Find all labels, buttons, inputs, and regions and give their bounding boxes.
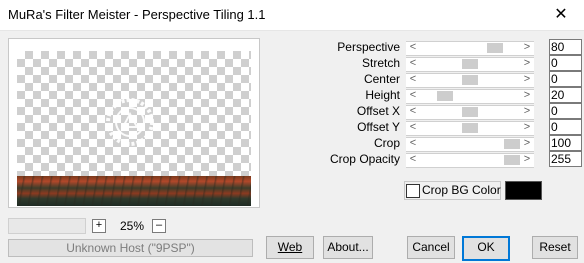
preview-panel[interactable] (8, 38, 260, 208)
param-label-2: Center (363, 72, 400, 86)
preview-scroll-track[interactable] (8, 218, 86, 234)
tiled-perspective-image (17, 176, 251, 206)
chevron-left-icon[interactable]: < (408, 41, 418, 54)
slider-thumb[interactable] (504, 139, 520, 149)
param-value-5[interactable]: 0 (549, 119, 582, 135)
chevron-left-icon[interactable]: < (408, 89, 418, 102)
param-value-4[interactable]: 0 (549, 103, 582, 119)
chevron-left-icon[interactable]: < (408, 57, 418, 70)
title-bar: MuRa's Filter Meister - Perspective Tili… (0, 0, 584, 31)
slider-thumb[interactable] (487, 43, 503, 53)
about-button[interactable]: About... (323, 236, 373, 259)
zoom-out-button[interactable]: – (152, 219, 166, 233)
chevron-right-icon[interactable]: > (522, 121, 532, 134)
window-title: MuRa's Filter Meister - Perspective Tili… (8, 7, 266, 22)
slider-thumb[interactable] (504, 155, 520, 165)
chevron-right-icon[interactable]: > (522, 153, 532, 166)
ok-button[interactable]: OK (462, 236, 510, 261)
chevron-left-icon[interactable]: < (408, 153, 418, 166)
chevron-right-icon[interactable]: > (522, 73, 532, 86)
reset-button[interactable]: Reset (532, 236, 578, 259)
param-slider-1[interactable]: < > (406, 57, 534, 72)
chevron-left-icon[interactable]: < (408, 73, 418, 86)
param-value-2[interactable]: 0 (549, 71, 582, 87)
param-slider-7[interactable]: < > (406, 153, 534, 168)
chevron-left-icon[interactable]: < (408, 105, 418, 118)
crop-bg-checkbox[interactable] (406, 184, 420, 198)
zoom-in-button[interactable]: + (92, 219, 106, 233)
chevron-left-icon[interactable]: < (408, 121, 418, 134)
param-label-3: Height (365, 88, 400, 102)
chevron-right-icon[interactable]: > (522, 41, 532, 54)
chevron-left-icon[interactable]: < (408, 137, 418, 150)
slider-thumb[interactable] (462, 59, 478, 69)
param-label-0: Perspective (337, 40, 400, 54)
cancel-button[interactable]: Cancel (407, 236, 455, 259)
slider-thumb[interactable] (462, 75, 478, 85)
zoom-level: 25% (119, 219, 145, 233)
param-value-6[interactable]: 100 (549, 135, 582, 151)
param-label-4: Offset X (356, 104, 400, 118)
param-slider-0[interactable]: < > (406, 41, 534, 56)
param-slider-5[interactable]: < > (406, 121, 534, 136)
param-label-5: Offset Y (357, 120, 400, 134)
watermark-seal-icon (106, 98, 154, 146)
param-label-6: Crop (373, 136, 400, 150)
slider-thumb[interactable] (462, 123, 478, 133)
chevron-right-icon[interactable]: > (522, 89, 532, 102)
crop-bg-label: Crop BG Color (422, 183, 501, 197)
param-value-0[interactable]: 80 (549, 39, 582, 55)
param-slider-3[interactable]: < > (406, 89, 534, 104)
host-status: Unknown Host ("9PSP") (8, 239, 253, 257)
crop-bg-color-swatch[interactable] (505, 181, 542, 200)
param-value-3[interactable]: 20 (549, 87, 582, 103)
chevron-right-icon[interactable]: > (522, 105, 532, 118)
param-value-7[interactable]: 255 (549, 151, 582, 167)
web-button[interactable]: Web (266, 236, 314, 259)
param-label-1: Stretch (361, 56, 400, 70)
close-icon[interactable]: ✕ (538, 0, 584, 30)
slider-thumb[interactable] (437, 91, 453, 101)
param-slider-6[interactable]: < > (406, 137, 534, 152)
chevron-right-icon[interactable]: > (522, 57, 532, 70)
chevron-right-icon[interactable]: > (522, 137, 532, 150)
param-slider-2[interactable]: < > (406, 73, 534, 88)
slider-thumb[interactable] (462, 107, 478, 117)
param-label-7: Crop Opacity (329, 152, 400, 166)
param-value-1[interactable]: 0 (549, 55, 582, 71)
param-slider-4[interactable]: < > (406, 105, 534, 120)
